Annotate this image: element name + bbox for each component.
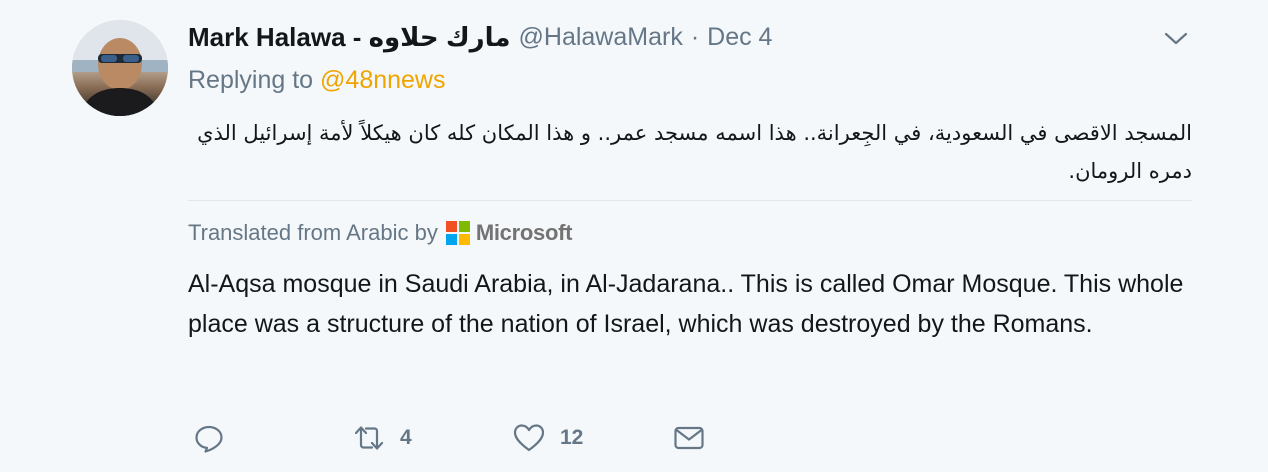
replying-to-handle-link[interactable]: @48nnews <box>320 66 445 94</box>
separator-dot: · <box>690 22 700 51</box>
retweet-count: 4 <box>400 426 412 449</box>
tweet-text-translated: Al-Aqsa mosque in Saudi Arabia, in Al-Ja… <box>188 270 1184 338</box>
like-count: 12 <box>560 426 584 449</box>
avatar[interactable] <box>72 20 168 116</box>
chevron-down-icon <box>1164 32 1188 45</box>
microsoft-logo-icon <box>445 221 470 245</box>
translation-label: Translated from Arabic by <box>188 220 438 245</box>
reply-button[interactable] <box>192 418 240 458</box>
microsoft-translator-link[interactable]: Microsoft <box>445 220 573 246</box>
tweet-date[interactable]: Dec 4 <box>707 23 772 52</box>
like-button[interactable]: 12 <box>512 418 583 458</box>
author-handle[interactable]: @HalawaMark <box>519 23 683 52</box>
direct-message-button[interactable] <box>672 418 720 458</box>
retweet-button[interactable]: 4 <box>352 418 412 458</box>
author-name[interactable]: Mark Halawa - مارك حلاوه <box>188 22 511 53</box>
tweet-card: Mark Halawa - مارك حلاوه @HalawaMark · D… <box>0 0 1268 472</box>
tweet-text-original: المسجد الاقصى في السعودية، في الجِعرانة.… <box>197 121 1192 183</box>
more-options-button[interactable] <box>1160 22 1192 54</box>
replying-to-label: Replying to <box>188 66 314 94</box>
retweet-icon <box>354 426 384 450</box>
reply-icon <box>195 425 223 453</box>
translator-name: Microsoft <box>475 220 573 245</box>
heart-icon <box>513 424 545 452</box>
translation-attribution: Translated from Arabic by Microsoft <box>188 216 572 250</box>
tweet-header: Mark Halawa - مارك حلاوه @HalawaMark · D… <box>188 20 772 54</box>
envelope-icon <box>674 426 704 450</box>
replying-to: Replying to @48nnews <box>188 66 445 95</box>
divider <box>188 200 1192 201</box>
avatar-photo <box>72 20 168 116</box>
